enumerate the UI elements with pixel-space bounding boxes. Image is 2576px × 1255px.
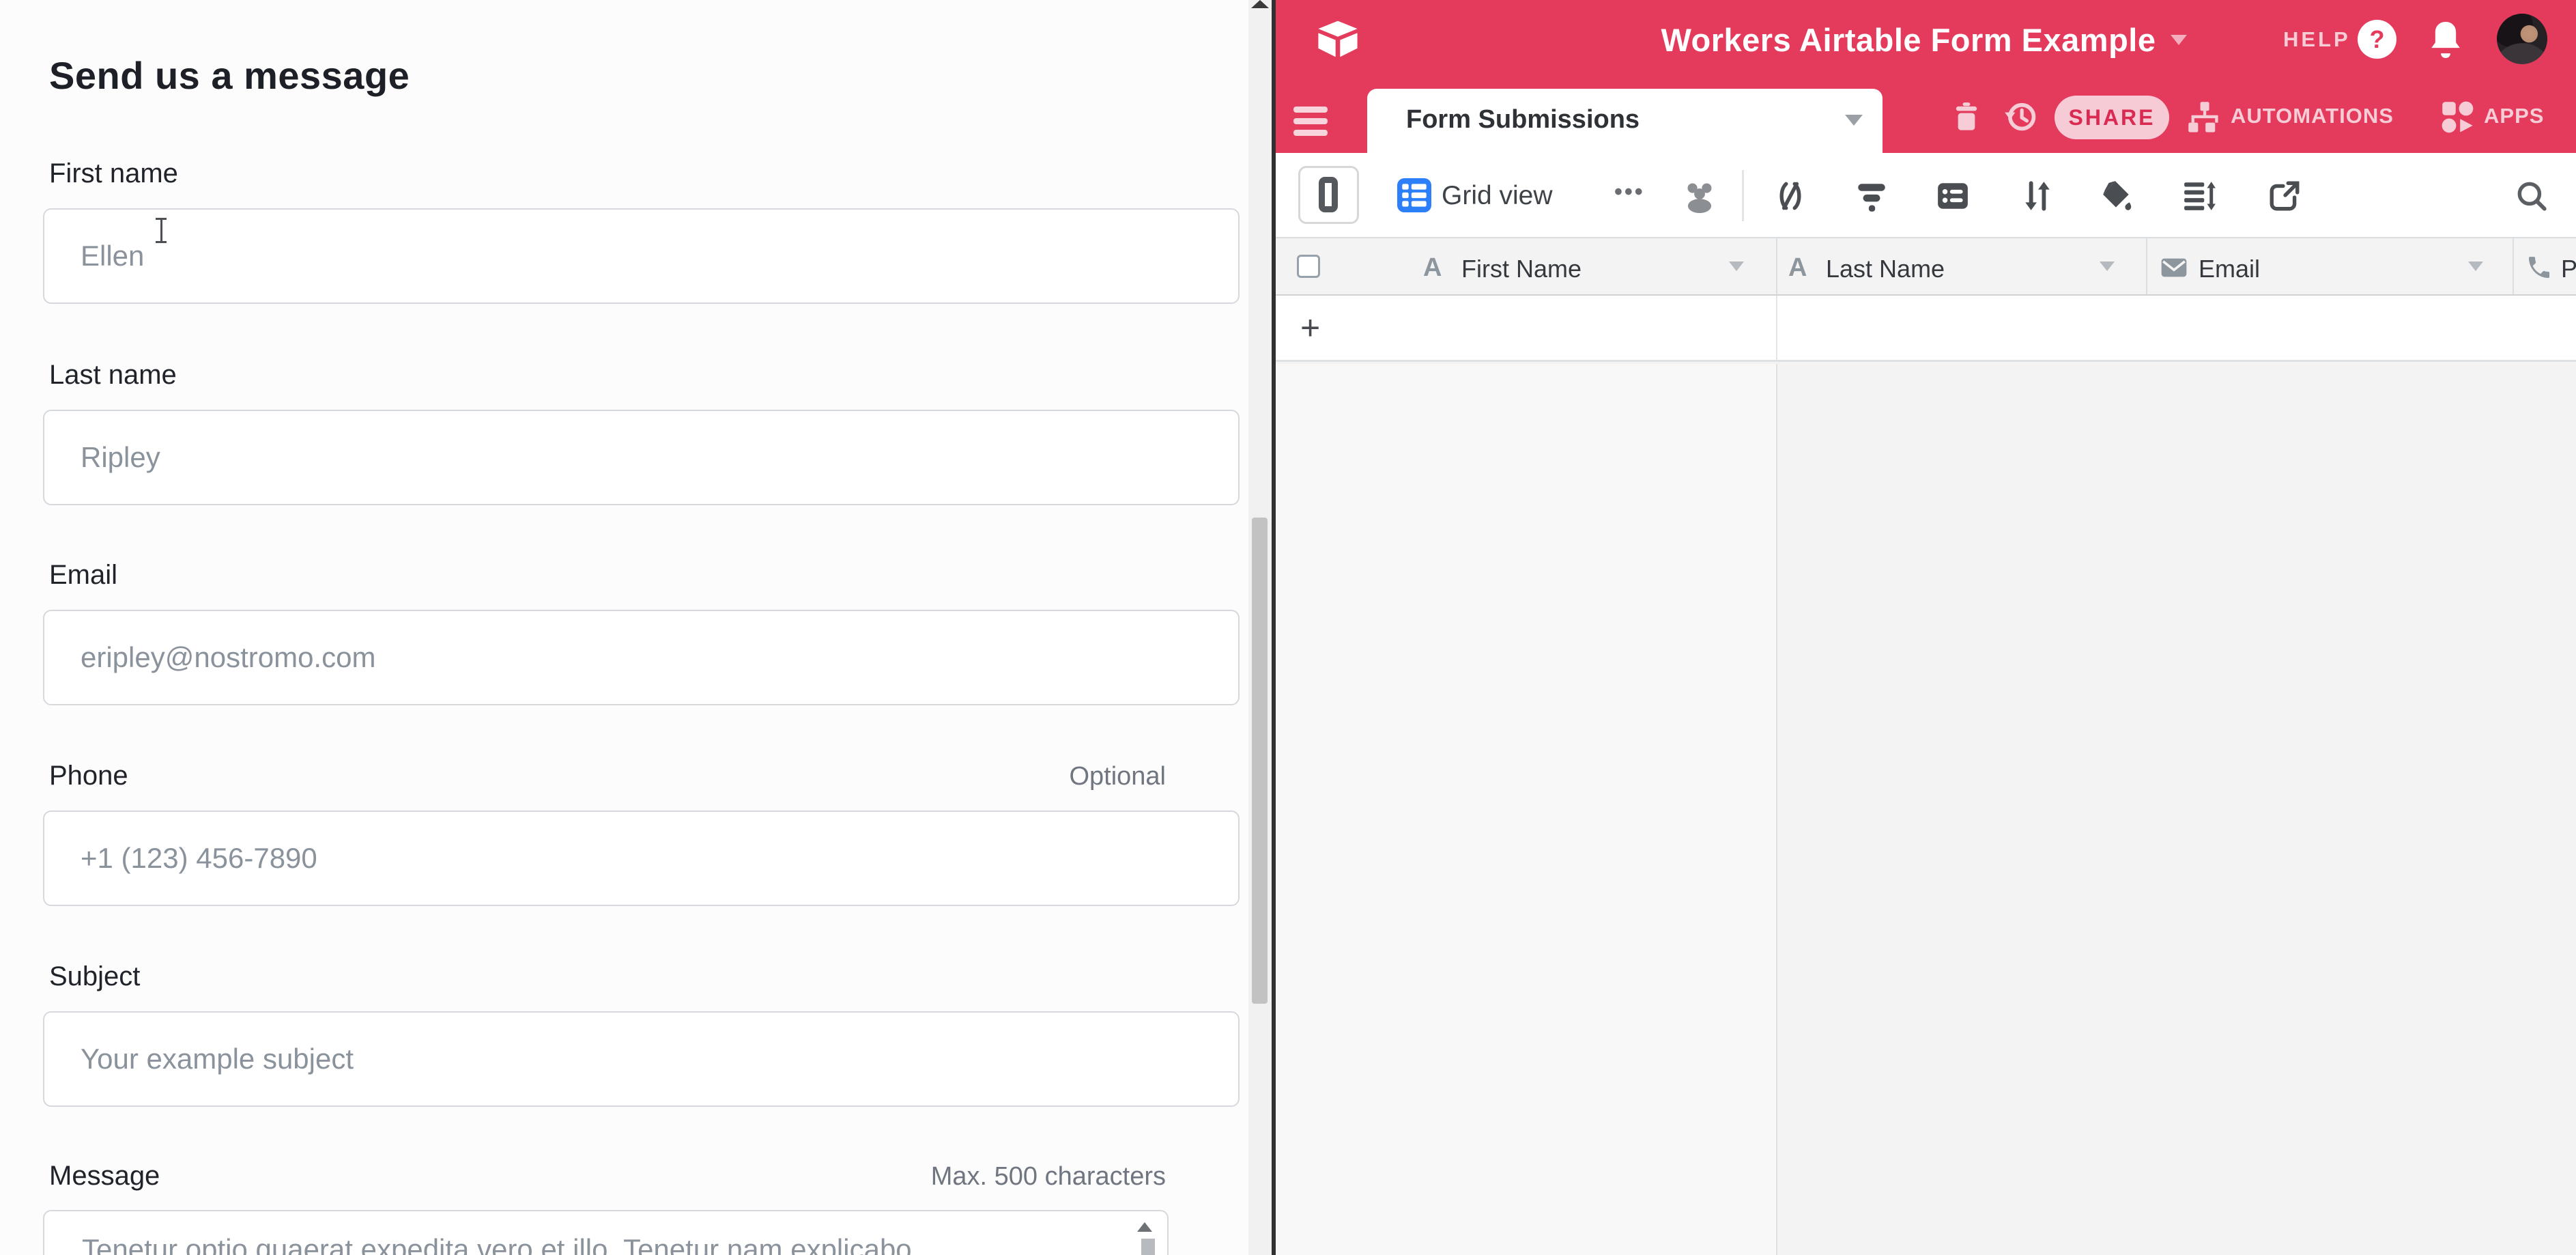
help-question-icon[interactable]: ? bbox=[2358, 20, 2396, 59]
first-name-input[interactable] bbox=[43, 208, 1240, 304]
email-field-type-icon bbox=[2160, 254, 2188, 281]
airtable-topbar: Workers Airtable Form Example HELP ? bbox=[1276, 0, 2576, 79]
phone-input[interactable] bbox=[43, 810, 1240, 906]
table-tab-form-submissions[interactable]: Form Submissions bbox=[1367, 89, 1883, 153]
select-all-checkbox[interactable] bbox=[1297, 255, 1320, 278]
view-options-ellipsis[interactable]: ••• bbox=[1614, 179, 1645, 206]
scrollbar-up-arrow-icon[interactable] bbox=[1251, 0, 1269, 8]
email-input[interactable] bbox=[43, 610, 1240, 705]
grid-empty-area-right bbox=[1777, 364, 2576, 1255]
first-name-label: First name bbox=[49, 158, 178, 189]
field-message: Message Max. 500 characters Tenetur opti… bbox=[43, 1161, 1167, 1255]
page-scrollbar-thumb[interactable] bbox=[1252, 518, 1268, 1004]
text-field-type-icon: A bbox=[1423, 253, 1442, 283]
trash-icon[interactable] bbox=[1949, 98, 1984, 134]
phone-label: Phone bbox=[49, 761, 128, 791]
field-subject: Subject bbox=[43, 961, 1167, 1156]
automations-icon[interactable] bbox=[2186, 100, 2222, 135]
airtable-tab-row: Form Submissions SHARE AUTOMATIONS bbox=[1276, 79, 2576, 153]
message-maxchars-note: Max. 500 characters bbox=[931, 1162, 1166, 1191]
color-icon[interactable] bbox=[2100, 179, 2134, 213]
share-view-icon[interactable] bbox=[2267, 179, 2302, 213]
form-title: Send us a message bbox=[49, 53, 410, 98]
view-name[interactable]: Grid view bbox=[1442, 181, 1553, 211]
help-button[interactable]: HELP bbox=[2283, 27, 2351, 52]
airtable-panel: Workers Airtable Form Example HELP ? For… bbox=[1276, 0, 2576, 1255]
phone-field-type-icon bbox=[2525, 254, 2553, 281]
view-sidebar-toggle-button[interactable] bbox=[1298, 166, 1359, 224]
field-first-name: First name bbox=[43, 158, 1167, 353]
phone-optional-note: Optional bbox=[1069, 762, 1166, 791]
field-email: Email bbox=[43, 560, 1167, 755]
message-textarea[interactable]: Tenetur optio quaerat expedita vero et i… bbox=[43, 1210, 1169, 1255]
field-last-name: Last name bbox=[43, 360, 1167, 554]
column-caret-icon[interactable] bbox=[1729, 262, 1744, 271]
column-caret-icon[interactable] bbox=[2100, 262, 2115, 271]
add-row-button[interactable]: + bbox=[1300, 308, 1320, 348]
apps-icon[interactable] bbox=[2440, 100, 2476, 135]
text-field-type-icon: A bbox=[1788, 253, 1807, 283]
primary-column-divider bbox=[1776, 364, 1777, 1255]
base-title-caret-icon bbox=[2171, 35, 2187, 45]
column-caret-icon[interactable] bbox=[2468, 262, 2483, 271]
subject-label: Subject bbox=[49, 961, 140, 992]
grid-view-icon[interactable] bbox=[1397, 178, 1431, 212]
add-row-row[interactable]: + bbox=[1276, 296, 2576, 362]
view-toolbar: Grid view ••• bbox=[1276, 153, 2576, 237]
page-scrollbar-track[interactable] bbox=[1248, 0, 1272, 1255]
user-avatar[interactable] bbox=[2497, 14, 2547, 64]
message-placeholder-text: Tenetur optio quaerat expedita vero et i… bbox=[82, 1230, 1113, 1255]
textarea-scrollbar-thumb[interactable] bbox=[1141, 1239, 1155, 1255]
hide-fields-icon[interactable] bbox=[1773, 179, 1807, 213]
filter-icon[interactable] bbox=[1855, 179, 1889, 213]
collaborators-icon[interactable] bbox=[1683, 179, 1717, 213]
automations-button[interactable]: AUTOMATIONS bbox=[2231, 104, 2394, 128]
table-tab-caret-icon[interactable] bbox=[1845, 115, 1863, 126]
group-icon[interactable] bbox=[1936, 179, 1970, 213]
table-tab-label: Form Submissions bbox=[1406, 105, 1640, 135]
row-height-icon[interactable] bbox=[2182, 179, 2216, 213]
airtable-logo-icon[interactable] bbox=[1315, 18, 1360, 60]
share-button[interactable]: SHARE bbox=[2055, 96, 2169, 139]
apps-button[interactable]: APPS bbox=[2484, 104, 2544, 128]
history-icon[interactable] bbox=[2003, 98, 2038, 134]
grid-empty-area-left bbox=[1276, 364, 1776, 1255]
toolbar-divider bbox=[1742, 170, 1744, 221]
sidebar-toggle-icon bbox=[1319, 177, 1338, 212]
last-name-label: Last name bbox=[49, 360, 177, 391]
search-icon[interactable] bbox=[2515, 179, 2549, 213]
textarea-scroll-up-icon[interactable] bbox=[1137, 1222, 1152, 1232]
email-label: Email bbox=[49, 560, 117, 591]
contact-form-panel: Send us a message First name Last name E… bbox=[0, 0, 1248, 1255]
text-cursor-icon bbox=[154, 216, 169, 245]
grid-header-row: A First Name A Last Name Email bbox=[1276, 237, 2576, 296]
base-title-wrap[interactable]: Workers Airtable Form Example bbox=[1562, 0, 2286, 79]
screen: Send us a message First name Last name E… bbox=[0, 0, 2576, 1255]
base-title[interactable]: Workers Airtable Form Example bbox=[1661, 21, 2156, 59]
message-label: Message bbox=[49, 1161, 160, 1191]
field-phone: Phone Optional bbox=[43, 761, 1167, 955]
last-name-input[interactable] bbox=[43, 410, 1240, 505]
sort-icon[interactable] bbox=[2020, 179, 2055, 213]
sidebar-menu-icon[interactable] bbox=[1293, 107, 1328, 137]
subject-input[interactable] bbox=[43, 1011, 1240, 1107]
notifications-bell-icon[interactable] bbox=[2428, 19, 2463, 60]
